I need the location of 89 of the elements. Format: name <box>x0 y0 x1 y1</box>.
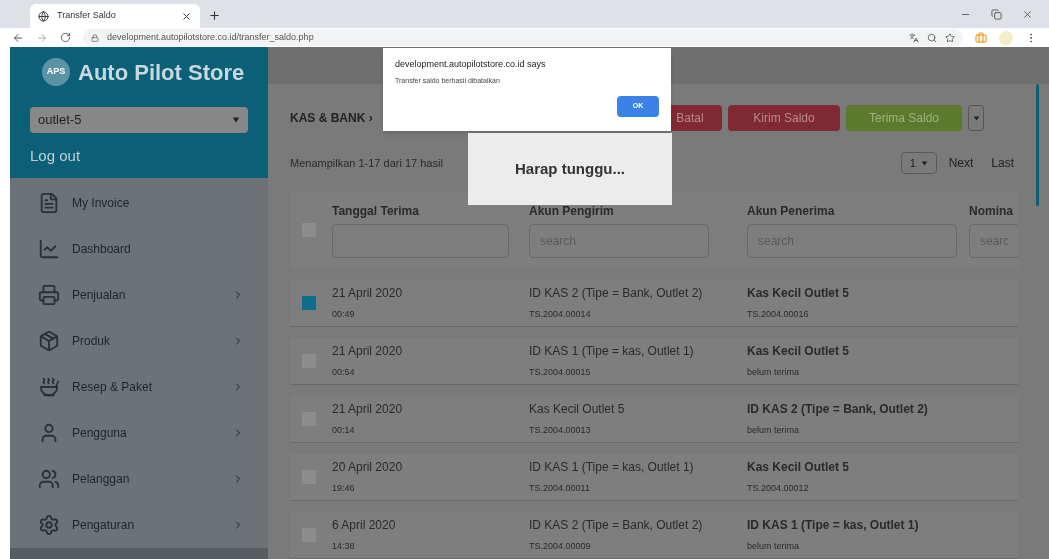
extension-icon[interactable] <box>975 31 987 44</box>
action-button[interactable]: Kirim Saldo <box>728 105 840 131</box>
sidebar-item[interactable]: Pelanggan <box>10 456 268 502</box>
transfer-code: TS.2004.00009 <box>529 540 592 554</box>
restore-icon[interactable] <box>991 9 1002 20</box>
sidebar-item[interactable]: Pengguna <box>10 410 268 456</box>
back-icon[interactable] <box>12 31 24 44</box>
column-header: Akun Pengirim <box>529 203 615 220</box>
close-icon[interactable] <box>181 10 192 22</box>
sidebar-item[interactable]: My Invoice <box>10 180 268 226</box>
caret-icon <box>920 159 928 167</box>
logo-icon: APS <box>42 58 70 86</box>
users-icon <box>38 468 60 490</box>
transfer-code: TS.2004.00013 <box>529 424 592 438</box>
lock-icon <box>91 33 99 42</box>
profile-avatar[interactable] <box>999 30 1013 45</box>
table-row[interactable]: 21 April 2020 00:14 Kas Kecil Outlet 5 TS.2004.00013 ID KAS 2 (Tipe = Bank, Outlet 2) belum terima <box>290 396 1018 443</box>
transfer-code: TS.2004.00015 <box>529 366 592 380</box>
sidebar-item[interactable]: Dashboard <box>10 226 268 272</box>
sidebar-item[interactable]: Produk <box>10 318 268 364</box>
bowl-icon <box>38 376 60 398</box>
table-row[interactable]: 21 April 2020 00:49 ID KAS 2 (Tipe = Bank, Outlet 2) TS.2004.00014 Kas Kecil Outlet 5 TS.2004.00016 <box>290 280 1018 327</box>
column-header: Tanggal Terima <box>332 203 420 220</box>
action-button[interactable]: Terima Saldo <box>846 105 962 131</box>
document-icon <box>38 192 60 214</box>
checkbox[interactable] <box>302 296 316 310</box>
dropdown-button[interactable] <box>968 105 984 131</box>
sidebar-item[interactable]: Penjualan <box>10 272 268 318</box>
receiver-account: Kas Kecil Outlet 5 <box>747 343 850 361</box>
address-bar[interactable]: development.autopilotstore.co.id/transfer_saldo.php <box>83 29 963 46</box>
receipt-status: TS.2004.00016 <box>747 308 810 322</box>
close-icon[interactable] <box>1022 9 1033 20</box>
sender-account: ID KAS 1 (Tipe = kas, Outlet 1) <box>529 459 695 477</box>
caret-icon <box>972 114 980 122</box>
sender-account: ID KAS 2 (Tipe = Bank, Outlet 2) <box>529 285 704 303</box>
receipt-status: belum terima <box>747 366 801 380</box>
date-text: 21 April 2020 <box>332 285 404 303</box>
logout-link[interactable]: Log out <box>30 145 81 168</box>
scrollbar[interactable] <box>1036 84 1039 206</box>
time-text: 19:46 <box>332 482 356 496</box>
package-icon <box>38 330 60 352</box>
printer-icon <box>38 284 60 306</box>
sender-account: ID KAS 2 (Tipe = Bank, Outlet 2) <box>529 517 704 535</box>
outlet-select[interactable]: outlet-5 <box>30 107 248 133</box>
column-header: Nomina <box>969 203 1014 220</box>
last-link[interactable]: Last <box>991 154 1014 172</box>
result-summary: Menampilkan 1-17 dari 17 hasil <box>290 155 443 171</box>
transfer-code: TS.2004.00011 <box>529 482 591 496</box>
date-text: 21 April 2020 <box>332 401 404 419</box>
page-select[interactable]: 1 <box>900 152 937 174</box>
date-text: 21 April 2020 <box>332 343 404 361</box>
translate-icon[interactable] <box>909 32 919 43</box>
line-chart-icon <box>38 238 60 260</box>
table-row[interactable]: 21 April 2020 00:54 ID KAS 1 (Tipe = kas, Outlet 1) TS.2004.00015 Kas Kecil Outlet 5 belum terima <box>290 338 1018 385</box>
brand-name: Auto Pilot Store <box>78 58 245 87</box>
receiver-account: Kas Kecil Outlet 5 <box>747 285 850 303</box>
sender-account: Kas Kecil Outlet 5 <box>529 401 626 419</box>
receiver-account: Kas Kecil Outlet 5 <box>747 459 850 477</box>
loading-text: Harap tunggu... <box>515 158 625 179</box>
time-text: 00:54 <box>332 366 356 380</box>
date-text: 6 April 2020 <box>332 517 397 535</box>
sidebar-item[interactable]: Resep & Paket <box>10 364 268 410</box>
settings-icon <box>38 514 60 536</box>
forward-icon[interactable] <box>36 31 48 44</box>
date-text: 20 April 2020 <box>332 459 404 477</box>
new-tab-icon[interactable] <box>208 9 221 22</box>
transfer-code: TS.2004.00014 <box>529 308 592 322</box>
receipt-status: belum terima <box>747 424 801 438</box>
time-text: 14:38 <box>332 540 356 554</box>
time-text: 00:49 <box>332 308 356 322</box>
browser-tab[interactable]: Transfer Saldo <box>30 4 200 28</box>
star-icon[interactable] <box>945 32 955 43</box>
receiver-account: ID KAS 2 (Tipe = Bank, Outlet 2) <box>747 401 928 419</box>
receipt-status: TS.2004.00012 <box>747 482 810 496</box>
next-link[interactable]: Next <box>948 154 974 172</box>
table-row[interactable]: 6 April 2020 14:38 ID KAS 2 (Tipe = Bank, Outlet 2) TS.2004.00009 ID KAS 1 (Tipe = kas, Outlet 1) belum terima <box>290 512 1018 559</box>
zoom-icon[interactable] <box>927 32 937 43</box>
receiver-account: ID KAS 1 (Tipe = kas, Outlet 1) <box>747 517 919 535</box>
table-row[interactable]: 20 April 2020 19:46 ID KAS 1 (Tipe = kas, Outlet 1) TS.2004.00011 Kas Kecil Outlet 5 TS.2004.00012 <box>290 454 1018 501</box>
dialog-title: development.autopilotstore.co.id says <box>395 58 547 71</box>
breadcrumb: KAS & BANK › <box>290 110 374 127</box>
caret-icon <box>232 116 240 124</box>
sender-account: ID KAS 1 (Tipe = kas, Outlet 1) <box>529 343 695 361</box>
reload-icon[interactable] <box>60 32 71 43</box>
receipt-status: belum terima <box>747 540 801 554</box>
globe-icon <box>38 10 49 22</box>
time-text: 00:14 <box>332 424 356 438</box>
column-header: Akun Penerima <box>747 203 836 220</box>
sidebar-item[interactable]: Pengaturan <box>10 502 268 548</box>
